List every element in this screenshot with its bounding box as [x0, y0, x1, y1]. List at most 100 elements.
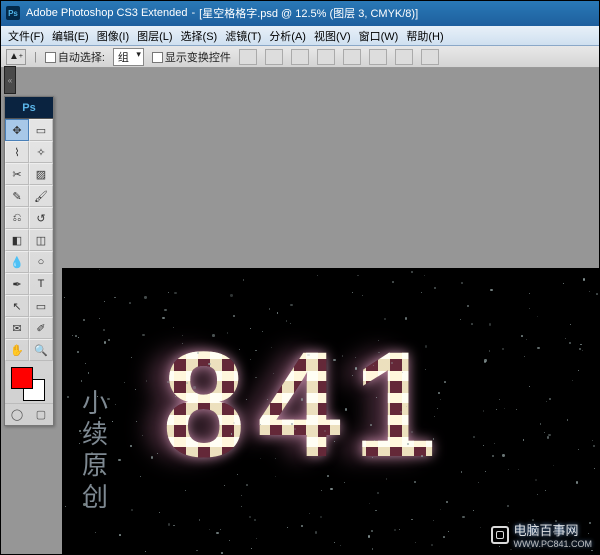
brush-tool[interactable]: 🖌	[29, 185, 53, 207]
star-particle	[174, 292, 176, 294]
align-icon-5[interactable]	[343, 49, 361, 65]
star-particle	[494, 443, 495, 444]
star-particle	[97, 396, 98, 397]
screen-mode-toggle[interactable]: ▢	[29, 404, 53, 425]
star-particle	[199, 519, 201, 521]
star-particle	[411, 431, 413, 433]
star-particle	[440, 509, 441, 510]
star-particle	[129, 302, 131, 304]
star-particle	[164, 309, 166, 311]
show-transform-label: 显示变换控件	[165, 52, 231, 64]
star-particle	[64, 297, 66, 299]
canvas-area[interactable]: 小续原创 841 电脑百事网 WWW.PC841.COM	[62, 268, 600, 555]
star-particle	[309, 513, 310, 514]
star-particle	[262, 331, 263, 332]
star-particle	[334, 441, 335, 442]
quick-mask-toggle[interactable]: ◯	[5, 404, 29, 425]
align-icon-1[interactable]	[239, 49, 257, 65]
star-particle	[434, 287, 436, 289]
star-particle	[301, 525, 303, 527]
healing-brush-tool[interactable]: ✎	[5, 185, 29, 207]
star-particle	[230, 294, 232, 296]
align-icon-7[interactable]	[395, 49, 413, 65]
menu-edit[interactable]: 编辑(E)	[48, 28, 93, 44]
star-particle	[352, 292, 353, 293]
star-particle	[250, 328, 251, 329]
gradient-tool[interactable]: ◫	[29, 229, 53, 251]
star-particle	[499, 399, 500, 400]
star-particle	[523, 439, 525, 441]
star-particle	[529, 547, 531, 549]
ps-label: Ps	[22, 102, 35, 114]
slice-tool[interactable]: ▨	[29, 163, 53, 185]
star-particle	[159, 512, 160, 513]
star-particle	[405, 317, 407, 319]
align-icon-4[interactable]	[317, 49, 335, 65]
show-transform-checkbox[interactable]: 显示变换控件	[152, 49, 231, 65]
path-select-tool[interactable]: ↖	[5, 295, 29, 317]
crop-tool[interactable]: ✂	[5, 163, 29, 185]
star-particle	[124, 382, 125, 383]
align-icon-8[interactable]	[421, 49, 439, 65]
pen-tool[interactable]: ✒	[5, 273, 29, 295]
star-particle	[596, 293, 598, 295]
star-particle	[193, 386, 196, 389]
star-particle	[290, 323, 291, 324]
eraser-tool[interactable]: ◧	[5, 229, 29, 251]
menu-window[interactable]: 窗口(W)	[355, 28, 403, 44]
menu-help[interactable]: 帮助(H)	[402, 28, 447, 44]
eyedropper-tool[interactable]: ✐	[29, 317, 53, 339]
menu-file[interactable]: 文件(F)	[4, 28, 48, 44]
menu-analysis[interactable]: 分析(A)	[265, 28, 310, 44]
star-particle	[145, 551, 146, 552]
star-particle	[212, 334, 215, 337]
options-divider: |	[34, 51, 37, 63]
dodge-tool[interactable]: ○	[29, 251, 53, 273]
history-brush-tool[interactable]: ↺	[29, 207, 53, 229]
clone-stamp-tool[interactable]: ⎌	[5, 207, 29, 229]
hand-tool[interactable]: ✋	[5, 339, 29, 361]
star-particle	[580, 344, 581, 345]
move-tool[interactable]: ✥	[5, 119, 29, 141]
star-particle	[473, 510, 474, 511]
lasso-tool[interactable]: ⌇	[5, 141, 29, 163]
star-particle	[521, 335, 523, 337]
star-particle	[246, 484, 248, 486]
menu-select[interactable]: 选择(S)	[177, 28, 222, 44]
star-particle	[72, 335, 73, 336]
star-particle	[489, 350, 490, 351]
star-particle	[144, 296, 146, 298]
star-particle	[591, 550, 592, 551]
auto-select-dropdown[interactable]: 组	[113, 48, 144, 66]
star-particle	[540, 423, 542, 425]
dock-collapse-tab[interactable]: «	[4, 66, 16, 94]
menu-image[interactable]: 图像(I)	[93, 28, 133, 44]
menu-layer[interactable]: 图层(L)	[133, 28, 176, 44]
menu-view[interactable]: 视图(V)	[310, 28, 355, 44]
star-particle	[81, 380, 83, 382]
move-tool-icon[interactable]: ▲+	[6, 49, 26, 65]
type-tool[interactable]: T	[29, 273, 53, 295]
star-particle	[85, 363, 86, 364]
star-particle	[75, 335, 77, 337]
align-icon-3[interactable]	[291, 49, 309, 65]
shape-tool[interactable]: ▭	[29, 295, 53, 317]
star-particle	[394, 529, 396, 531]
star-particle	[369, 503, 370, 504]
blur-tool[interactable]: 💧	[5, 251, 29, 273]
star-particle	[547, 436, 549, 438]
auto-select-checkbox[interactable]: 自动选择:	[45, 49, 105, 65]
align-icon-6[interactable]	[369, 49, 387, 65]
marquee-tool[interactable]: ▭	[29, 119, 53, 141]
star-particle	[91, 452, 92, 453]
toolbox-header[interactable]: Ps	[5, 97, 53, 119]
align-icon-2[interactable]	[265, 49, 283, 65]
foreground-color-swatch[interactable]	[11, 367, 33, 389]
star-particle	[473, 436, 474, 437]
menu-filter[interactable]: 滤镜(T)	[221, 28, 265, 44]
star-particle	[448, 531, 449, 532]
star-particle	[330, 488, 332, 490]
magic-wand-tool[interactable]: ✧	[29, 141, 53, 163]
zoom-tool[interactable]: 🔍	[29, 339, 53, 361]
notes-tool[interactable]: ✉	[5, 317, 29, 339]
